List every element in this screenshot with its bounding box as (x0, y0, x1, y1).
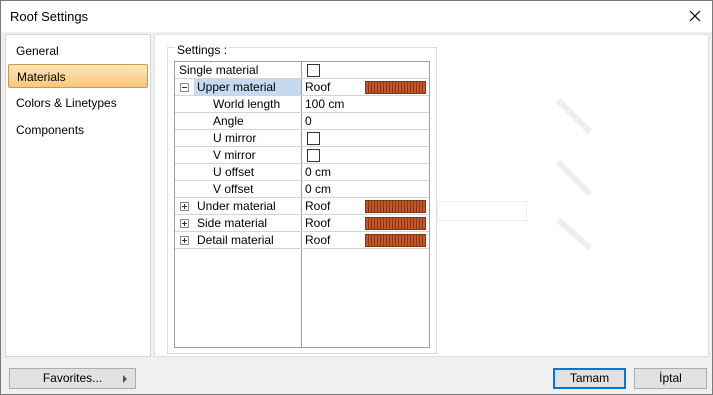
window-title: Roof Settings (10, 9, 89, 24)
v-mirror-checkbox[interactable] (307, 149, 320, 162)
material-property-grid: Single material Upper material Roof Worl… (174, 61, 430, 348)
close-button[interactable] (686, 7, 704, 25)
grid-row-single-material[interactable]: Single material (175, 62, 429, 79)
row-label: V mirror (213, 148, 256, 162)
settings-label: Settings : (175, 43, 230, 57)
row-label: Angle (213, 114, 244, 128)
category-nav: General Materials Colors & Linetypes Com… (5, 34, 151, 357)
nav-item-colors-linetypes[interactable]: Colors & Linetypes (8, 91, 148, 115)
row-value[interactable]: 0 (305, 113, 312, 129)
expand-icon[interactable] (180, 236, 189, 245)
nav-item-components[interactable]: Components (8, 118, 148, 142)
row-label: Upper material (194, 79, 301, 95)
close-icon (689, 10, 701, 22)
row-label: Side material (197, 216, 268, 230)
row-label: U offset (213, 165, 255, 179)
row-label: V offset (213, 182, 254, 196)
nav-item-materials[interactable]: Materials (8, 64, 148, 88)
grid-row-angle[interactable]: Angle 0 (175, 113, 429, 130)
materials-panel: Settings : Single material Upper materia… (154, 34, 709, 357)
single-material-checkbox[interactable] (307, 64, 320, 77)
row-value[interactable]: 0 cm (305, 164, 331, 180)
expand-icon[interactable] (180, 202, 189, 211)
row-value[interactable]: Roof (305, 79, 330, 95)
collapse-icon[interactable] (180, 83, 189, 92)
material-swatch-icon[interactable] (365, 200, 426, 213)
material-swatch-icon[interactable] (365, 217, 426, 230)
row-label: World length (213, 97, 281, 111)
u-mirror-checkbox[interactable] (307, 132, 320, 145)
grid-row-world-length[interactable]: World length 100 cm (175, 96, 429, 113)
title-bar: Roof Settings (1, 1, 712, 32)
row-label: Detail material (197, 233, 274, 247)
roof-settings-dialog: Roof Settings General Materials Colors &… (0, 0, 713, 395)
row-value[interactable]: 100 cm (305, 96, 344, 112)
row-label: Under material (197, 199, 276, 213)
ghost-roof-type-icons (555, 97, 593, 250)
chevron-right-icon (123, 375, 127, 383)
row-value[interactable]: Roof (305, 232, 330, 248)
material-swatch-icon[interactable] (365, 234, 426, 247)
row-label: Single material (179, 63, 259, 77)
row-value[interactable]: Roof (305, 198, 330, 214)
grid-row-upper-material[interactable]: Upper material Roof (175, 79, 429, 96)
grid-row-under-material[interactable]: Under material Roof (175, 198, 429, 215)
grid-row-u-offset[interactable]: U offset 0 cm (175, 164, 429, 181)
material-swatch-icon[interactable] (365, 81, 426, 94)
ghost-field (437, 201, 527, 221)
row-value[interactable]: 0 cm (305, 181, 331, 197)
grid-row-side-material[interactable]: Side material Roof (175, 215, 429, 232)
cancel-button[interactable]: İptal (634, 368, 707, 389)
row-label: U mirror (213, 131, 257, 145)
row-value[interactable]: Roof (305, 215, 330, 231)
grid-row-v-offset[interactable]: V offset 0 cm (175, 181, 429, 198)
favorites-button[interactable]: Favorites... (9, 368, 136, 389)
expand-icon[interactable] (180, 219, 189, 228)
ok-button[interactable]: Tamam (553, 368, 626, 389)
favorites-label: Favorites... (42, 371, 103, 385)
grid-row-u-mirror[interactable]: U mirror (175, 130, 429, 147)
grid-row-v-mirror[interactable]: V mirror (175, 147, 429, 164)
grid-row-detail-material[interactable]: Detail material Roof (175, 232, 429, 249)
nav-item-general[interactable]: General (8, 39, 148, 63)
